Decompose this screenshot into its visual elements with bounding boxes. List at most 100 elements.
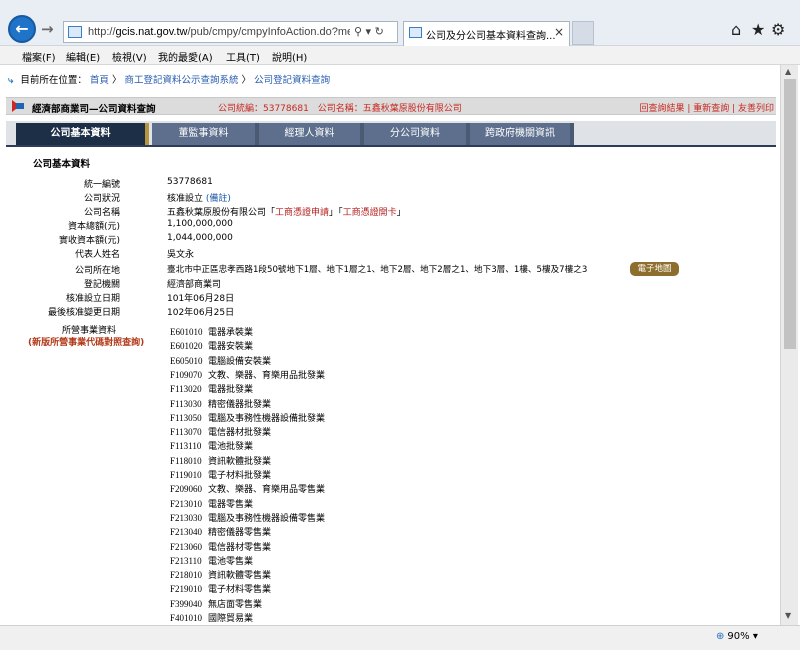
vertical-scrollbar[interactable]: ▲ ▼ [780, 65, 798, 625]
business-item: F113110 電池批發業 [170, 439, 253, 452]
business-name: 電子材料批發業 [208, 471, 272, 481]
field-label: 公司名稱 [83, 208, 120, 218]
field-value-group: 核准設立 (備註) [167, 191, 231, 204]
bracket: 」 [396, 208, 406, 218]
page-content: ⤷ 目前所在位置： 首頁 〉 商工登記資料公示查詢系統 〉 公司登記資料查詢 經… [0, 65, 780, 625]
business-code: F399040 [170, 598, 203, 609]
business-name: 國際貿易業 [208, 614, 254, 624]
field-value: 102年06月25日 [167, 308, 235, 318]
menu-favorites[interactable]: 我的最愛(A) [158, 49, 213, 64]
business-item: F213040 精密儀器零售業 [170, 525, 271, 538]
business-name: 電信器材零售業 [208, 542, 272, 553]
field-label: 登記機關 [83, 280, 120, 290]
back-button[interactable]: ← [8, 15, 36, 43]
business-name: 無店面零售業 [208, 599, 263, 610]
menu-file[interactable]: 檔案(F) [22, 49, 56, 64]
field-label: 代表人姓名 [74, 250, 120, 260]
menu-edit[interactable]: 編輯(E) [66, 49, 100, 64]
zoom-control[interactable]: ⊕ 90% ▾ [716, 631, 758, 642]
status-note-link[interactable]: (備註) [206, 194, 231, 204]
business-name: 資訊軟體零售業 [208, 571, 272, 582]
field-established-date: 核准設立日期 101年06月28日 [0, 291, 780, 305]
scroll-up-icon[interactable]: ▲ [785, 67, 791, 76]
field-label: 公司所在地 [74, 266, 120, 276]
field-label: 實收資本額(元) [58, 236, 120, 246]
tab-cross-agency[interactable]: 跨政府機關資訊 [470, 123, 574, 145]
address-controls-icon[interactable]: ⚲ ▾ ↻ [354, 25, 384, 38]
business-item: F213010 電器零售業 [170, 497, 253, 510]
business-item: F213030 電腦及事務性機器設備零售業 [170, 511, 325, 524]
business-code: F109070 [170, 369, 203, 380]
business-name: 資訊軟體批發業 [208, 456, 272, 467]
tab-title: 公司及分公司基本資料查詢... [426, 31, 556, 42]
field-value: 101年06月28日 [167, 294, 235, 304]
field-label: 資本總額(元) [67, 222, 120, 232]
zoom-dropdown-icon[interactable]: ▾ [753, 631, 758, 642]
business-code: F113020 [170, 384, 202, 395]
settings-gear-icon[interactable]: ⚙ [771, 20, 785, 39]
breadcrumb-current[interactable]: 公司登記資料查詢 [254, 75, 330, 86]
site-icon [68, 26, 82, 38]
cert-activate-link[interactable]: 工商憑證開卡 [343, 208, 397, 218]
menu-help[interactable]: 說明(H) [272, 49, 307, 64]
business-code: F213040 [170, 527, 203, 538]
home-icon[interactable]: ⌂ [731, 20, 741, 39]
menu-view[interactable]: 檢視(V) [112, 49, 147, 64]
field-value: 經濟部商業司 [167, 280, 222, 290]
breadcrumb-home-link[interactable]: 首頁 [90, 75, 109, 86]
tab-branches[interactable]: 分公司資料 [364, 123, 470, 145]
business-code: F213010 [170, 498, 203, 509]
company-name-value: 五鑫秋葉原股份有限公司 [167, 208, 267, 218]
breadcrumb-sep: 〉 [111, 75, 122, 86]
favorites-star-icon[interactable]: ★ [751, 20, 765, 39]
scroll-thumb[interactable] [784, 79, 796, 349]
tab-directors[interactable]: 董監事資料 [152, 123, 259, 145]
business-code: F113030 [170, 398, 202, 409]
business-name: 文教、樂器、育樂用品批發業 [208, 370, 326, 381]
field-tax-id: 統一編號 53778681 [0, 177, 780, 191]
address-bar[interactable]: http://gcis.nat.gov.tw/pub/cmpy/cmpyInfo… [63, 21, 398, 43]
tab-managers[interactable]: 經理人資料 [259, 123, 364, 145]
business-name: 電信器材批發業 [208, 428, 272, 439]
business-name: 電腦設備安裝業 [208, 356, 272, 367]
business-code: F113110 [170, 441, 202, 452]
scroll-down-icon[interactable]: ▼ [785, 611, 791, 620]
field-authority: 登記機關 經濟部商業司 [0, 277, 780, 291]
business-code: E601010 [170, 327, 203, 337]
field-value: 臺北市中正區忠孝西路1段50號地下1層、地下1層之1、地下2層、地下2層之1、地… [167, 265, 588, 275]
business-item: E605010 電腦設備安裝業 [170, 354, 271, 367]
menu-bar: 檔案(F) 編輯(E) 檢視(V) 我的最愛(A) 工具(T) 說明(H) [0, 46, 800, 65]
business-name: 電池批發業 [208, 442, 254, 453]
business-code: F209060 [170, 484, 203, 495]
breadcrumb-system-link[interactable]: 商工登記資料公示查詢系統 [125, 75, 239, 86]
business-name: 電腦及事務性機器設備零售業 [208, 513, 326, 524]
business-item: F399040 無店面零售業 [170, 597, 262, 610]
page-title: 經濟部商業司—公司資料查詢 [32, 104, 156, 115]
tab-basic-info[interactable]: 公司基本資料 [16, 123, 149, 145]
tab-close-icon[interactable]: × [554, 25, 564, 39]
forward-button[interactable]: → [41, 20, 54, 38]
field-company-name: 公司名稱 五鑫秋葉原股份有限公司「工商憑證申請」「工商憑證開卡」 [0, 205, 780, 219]
business-item: F218010 資訊軟體零售業 [170, 568, 271, 581]
menu-tools[interactable]: 工具(T) [226, 49, 260, 64]
cert-apply-link[interactable]: 工商憑證申請 [275, 208, 329, 218]
breadcrumb-prefix: 目前所在位置： [20, 75, 87, 86]
business-item: F113030 精密儀器批發業 [170, 397, 271, 410]
address-url[interactable]: http://gcis.nat.gov.tw/pub/cmpy/cmpyInfo… [88, 26, 350, 38]
field-representative: 代表人姓名 吳文永 [0, 247, 780, 261]
business-code-lookup-link[interactable]: (新版所營事業代碼對照查詢) [28, 335, 144, 348]
company-summary: 公司統編：53778681 公司名稱：五鑫秋葉原股份有限公司 [218, 104, 462, 114]
browser-tab-active[interactable]: 公司及分公司基本資料查詢... × [403, 21, 570, 46]
info-tabs: 公司基本資料 董監事資料 經理人資料 分公司資料 跨政府機關資訊 [6, 121, 776, 147]
bracket: 」 [329, 208, 339, 218]
map-button[interactable]: 電子地圖 [630, 262, 679, 276]
business-code: F119010 [170, 470, 202, 480]
header-action-links[interactable]: 回查詢結果 | 重新查詢 | 友善列印 [639, 101, 774, 114]
business-code: F118010 [170, 455, 202, 466]
business-item: F213060 電信器材零售業 [170, 540, 271, 553]
zoom-icon: ⊕ [716, 631, 725, 642]
business-code: E605010 [170, 355, 203, 366]
business-item: F113020 電器批發業 [170, 382, 253, 395]
business-code: F213030 [170, 512, 203, 523]
new-tab-button[interactable] [572, 21, 594, 45]
